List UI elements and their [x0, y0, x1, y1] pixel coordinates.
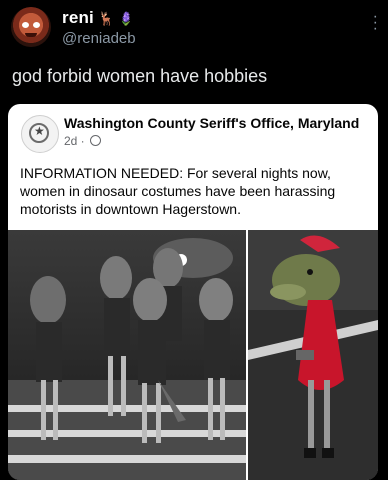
avatar[interactable] — [11, 7, 51, 47]
globe-icon — [90, 135, 102, 146]
display-name[interactable]: reni 🦌 🪻 — [62, 8, 135, 28]
user-handle[interactable]: @reniadeb — [62, 30, 136, 47]
more-options-icon[interactable]: · · · — [373, 9, 378, 37]
tweet-text: god forbid women have hobbies — [12, 66, 268, 86]
page-name: Washington County Seriff's Office, Maryl… — [64, 115, 360, 131]
photo-dinosaur-red-dress[interactable] — [248, 230, 378, 480]
display-name-text: reni — [62, 8, 94, 27]
sheriff-seal-logo — [21, 115, 59, 153]
embedded-post-card[interactable]: Washington County Seriff's Office, Maryl… — [8, 104, 378, 480]
name-emoji: 🦌 🪻 — [97, 11, 135, 26]
photo-dinosaur-group[interactable] — [8, 230, 246, 480]
post-meta: 2d · — [64, 134, 102, 148]
post-time: 2d · — [64, 134, 85, 148]
post-photos — [8, 230, 378, 480]
post-body: INFORMATION NEEDED: For several nights n… — [20, 165, 336, 217]
